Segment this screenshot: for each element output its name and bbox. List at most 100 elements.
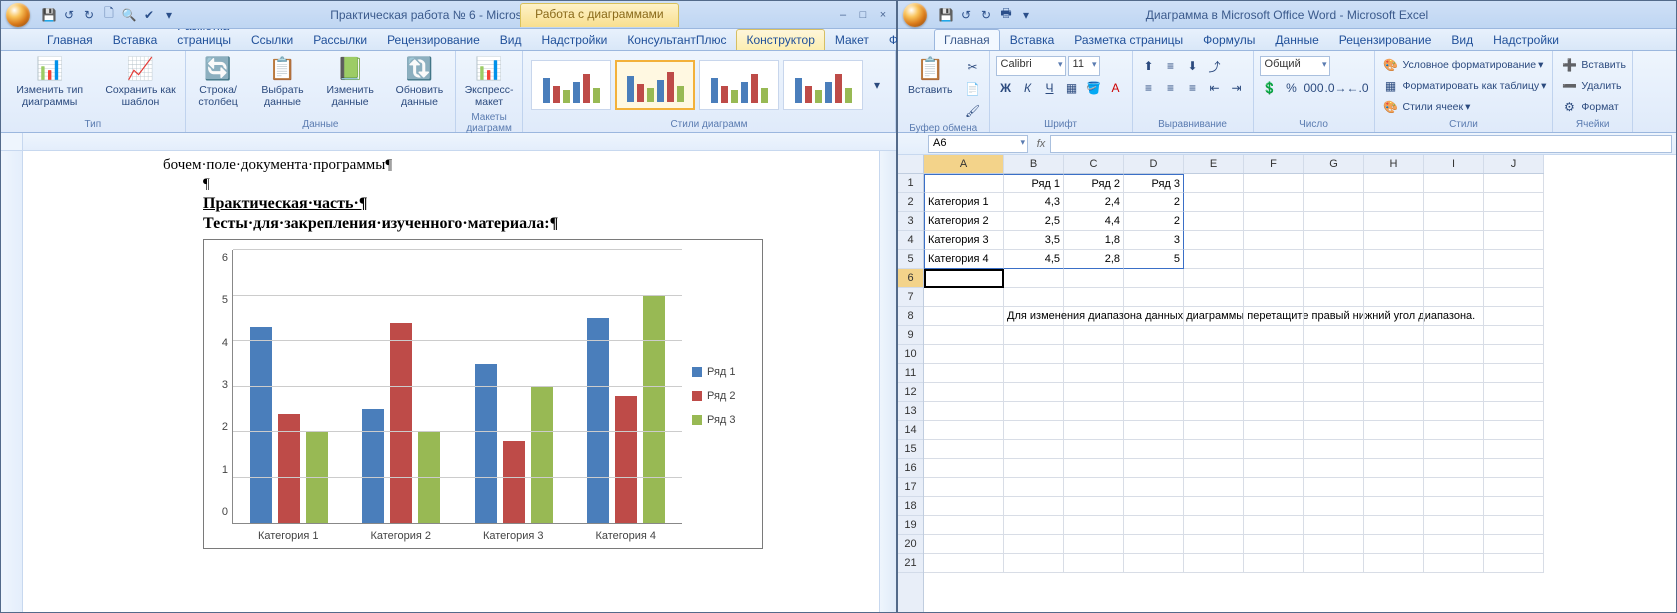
minimize-icon[interactable]: – xyxy=(836,9,850,21)
tab-insert[interactable]: Вставка xyxy=(103,29,168,50)
inc-decimal-icon[interactable]: .0→ xyxy=(1326,78,1346,98)
qat-more-icon[interactable]: ▾ xyxy=(1018,7,1034,23)
redo-icon[interactable]: ↻ xyxy=(81,7,97,23)
align-middle-icon[interactable]: ≡ xyxy=(1161,56,1181,76)
font-name-combo[interactable]: Calibri xyxy=(996,56,1066,76)
tab-addins[interactable]: Надстройки xyxy=(531,29,617,50)
edit-data-button[interactable]: 📗Изменить данные xyxy=(319,53,382,110)
tab-page-layout[interactable]: Разметка страницы xyxy=(1064,29,1193,50)
undo-icon[interactable]: ↺ xyxy=(958,7,974,23)
tab-home[interactable]: Главная xyxy=(37,29,103,50)
chart-style-3[interactable] xyxy=(699,60,779,110)
tab-addins[interactable]: Надстройки xyxy=(1483,29,1569,50)
row-headers[interactable]: 123456789101112131415161718192021 xyxy=(898,174,924,612)
qat-more-icon[interactable]: ▾ xyxy=(161,7,177,23)
gallery-more-icon[interactable]: ▾ xyxy=(867,75,887,95)
column-headers[interactable]: ABCDEFGHIJ xyxy=(924,155,1544,174)
fill-color-icon[interactable]: 🪣 xyxy=(1084,78,1104,98)
currency-icon[interactable]: 💲 xyxy=(1260,78,1280,98)
fx-icon[interactable]: fx xyxy=(1032,138,1050,150)
save-template-button[interactable]: 📈Сохранить как шаблон xyxy=(100,53,180,110)
format-painter-icon[interactable]: 🖌 xyxy=(963,101,983,121)
format-cells-button[interactable]: ⚙Формат xyxy=(1559,97,1618,117)
orientation-icon[interactable]: ⤴ xyxy=(1205,56,1225,76)
cut-icon[interactable]: ✂ xyxy=(963,57,983,77)
delete-cells-button[interactable]: ➖Удалить xyxy=(1559,76,1621,96)
tab-home[interactable]: Главная xyxy=(934,29,1000,50)
indent-inc-icon[interactable]: ⇥ xyxy=(1227,78,1247,98)
save-icon[interactable]: 💾 xyxy=(41,7,57,23)
align-top-icon[interactable]: ⬆ xyxy=(1139,56,1159,76)
tab-consultant[interactable]: КонсультантПлюс xyxy=(617,29,736,50)
delete-cells-icon: ➖ xyxy=(1559,76,1579,96)
copy-icon[interactable]: 📄 xyxy=(963,79,983,99)
formula-bar: A6 fx xyxy=(898,133,1676,155)
format-cells-icon: ⚙ xyxy=(1559,97,1579,117)
undo-icon[interactable]: ↺ xyxy=(61,7,77,23)
insert-cells-button[interactable]: ➕Вставить xyxy=(1559,55,1626,75)
indent-dec-icon[interactable]: ⇤ xyxy=(1205,78,1225,98)
office-button[interactable] xyxy=(1,1,35,29)
vertical-ruler[interactable] xyxy=(1,151,23,612)
tab-data[interactable]: Данные xyxy=(1265,29,1328,50)
horizontal-ruler[interactable] xyxy=(45,133,896,150)
align-center-icon[interactable]: ≡ xyxy=(1161,78,1181,98)
italic-icon[interactable]: К xyxy=(1018,78,1038,98)
office-button[interactable] xyxy=(898,1,932,29)
border-icon[interactable]: ▦ xyxy=(1062,78,1082,98)
document-page[interactable]: бочем·поле·документа·программы¶ ¶ Практи… xyxy=(23,151,879,612)
tab-mailings[interactable]: Рассылки xyxy=(303,29,377,50)
tab-layout[interactable]: Макет xyxy=(825,29,879,50)
format-as-table-button[interactable]: ▦Форматировать как таблицу ▾ xyxy=(1381,76,1547,96)
tab-view[interactable]: Вид xyxy=(490,29,532,50)
paste-button[interactable]: 📋Вставить xyxy=(904,53,957,99)
conditional-formatting-button[interactable]: 🎨Условное форматирование ▾ xyxy=(1381,55,1544,75)
worksheet[interactable]: ABCDEFGHIJ 12345678910111213141516171819… xyxy=(898,155,1676,612)
redo-icon[interactable]: ↻ xyxy=(978,7,994,23)
spellcheck-icon[interactable]: ✔ xyxy=(141,7,157,23)
number-format-combo[interactable]: Общий xyxy=(1260,56,1330,76)
close-icon[interactable]: × xyxy=(876,9,890,21)
tab-insert[interactable]: Вставка xyxy=(1000,29,1065,50)
bold-icon[interactable]: Ж xyxy=(996,78,1016,98)
name-box[interactable]: A6 xyxy=(928,135,1028,153)
select-all-corner[interactable] xyxy=(898,155,924,174)
chart-style-1[interactable] xyxy=(531,60,611,110)
quick-layout-button[interactable]: 📊Экспресс-макет xyxy=(460,53,518,110)
embedded-chart[interactable]: 6543210 Категория 1Категория 2Категория … xyxy=(203,239,763,549)
formula-input[interactable] xyxy=(1050,135,1672,153)
switch-row-col-button[interactable]: 🔄Строка/столбец xyxy=(190,53,247,110)
maximize-icon[interactable]: □ xyxy=(856,9,870,21)
font-size-combo[interactable]: 11 xyxy=(1068,56,1100,76)
underline-icon[interactable]: Ч xyxy=(1040,78,1060,98)
dec-decimal-icon[interactable]: ←.0 xyxy=(1348,78,1368,98)
percent-icon[interactable]: % xyxy=(1282,78,1302,98)
tab-formulas[interactable]: Формулы xyxy=(1193,29,1265,50)
align-bottom-icon[interactable]: ⬇ xyxy=(1183,56,1203,76)
vertical-scrollbar[interactable] xyxy=(879,151,896,612)
chart-y-axis: 6543210 xyxy=(214,250,232,542)
tab-review[interactable]: Рецензирование xyxy=(1329,29,1442,50)
tab-view[interactable]: Вид xyxy=(1441,29,1483,50)
chart-style-4[interactable] xyxy=(783,60,863,110)
window-title: Диаграмма в Microsoft Office Word - Micr… xyxy=(1146,8,1428,22)
align-right-icon[interactable]: ≡ xyxy=(1183,78,1203,98)
new-doc-icon[interactable]: 🗋 xyxy=(101,7,117,23)
tab-design[interactable]: Конструктор xyxy=(736,29,824,50)
tab-references[interactable]: Ссылки xyxy=(241,29,303,50)
comma-icon[interactable]: 000 xyxy=(1304,78,1324,98)
heading-2: Тесты·для·закрепления·изученного·материа… xyxy=(163,215,829,233)
select-data-button[interactable]: 📋Выбрать данные xyxy=(252,53,312,110)
excel-ribbon-tabs: Главная Вставка Разметка страницы Формул… xyxy=(898,29,1676,51)
cell-styles-button[interactable]: 🎨Стили ячеек ▾ xyxy=(1381,97,1471,117)
font-color-icon[interactable]: A xyxy=(1106,78,1126,98)
align-left-icon[interactable]: ≡ xyxy=(1139,78,1159,98)
word-titlebar: 💾 ↺ ↻ 🗋 🔍 ✔ ▾ Практическая работа № 6 - … xyxy=(1,1,896,29)
print-icon[interactable]: 🖶 xyxy=(998,7,1014,23)
refresh-data-button[interactable]: 🔃Обновить данные xyxy=(388,53,451,110)
print-preview-icon[interactable]: 🔍 xyxy=(121,7,137,23)
chart-style-2[interactable] xyxy=(615,60,695,110)
save-icon[interactable]: 💾 xyxy=(938,7,954,23)
tab-review[interactable]: Рецензирование xyxy=(377,29,490,50)
change-chart-type-button[interactable]: 📊Изменить тип диаграммы xyxy=(5,53,94,110)
